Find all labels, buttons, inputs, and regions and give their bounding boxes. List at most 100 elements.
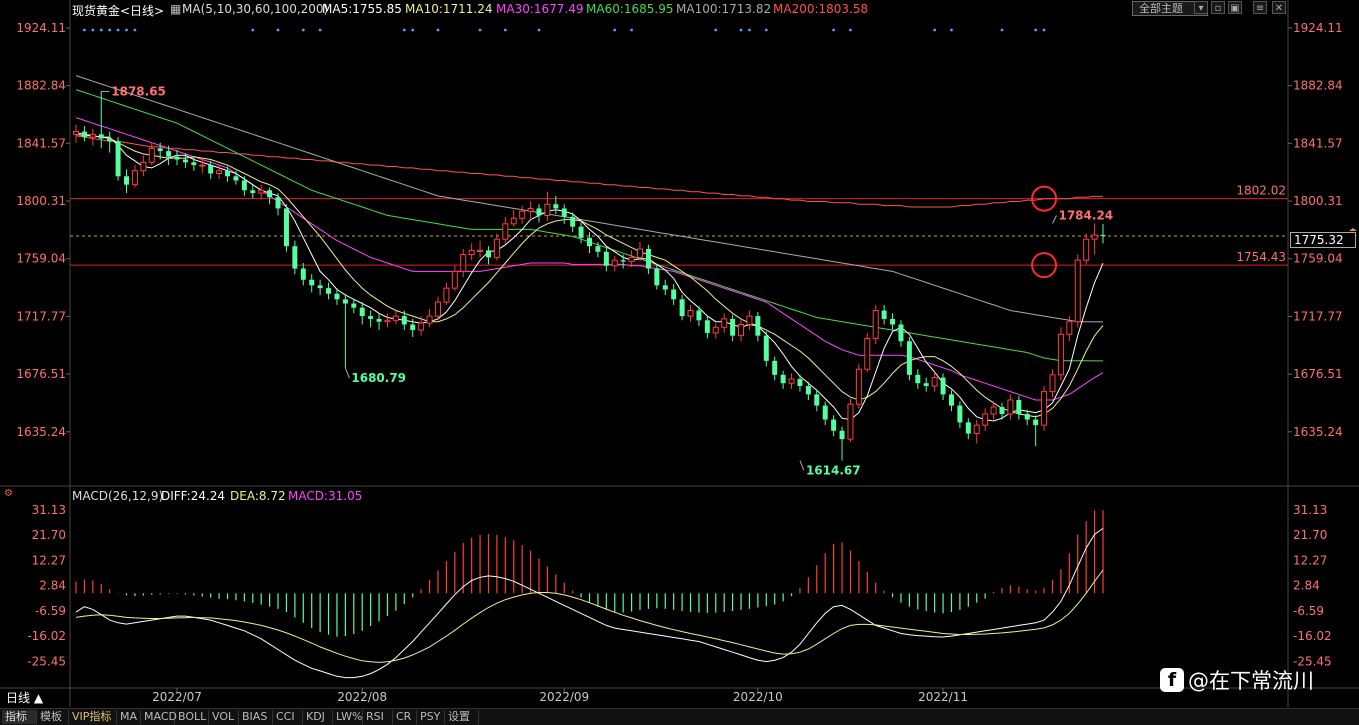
y-tick-label-left: 1635.24 [16, 425, 66, 439]
candle-body [788, 378, 795, 384]
event-dot [1034, 28, 1038, 32]
candle-body [915, 374, 921, 384]
candle-body [1100, 235, 1106, 237]
toolbar-item-9[interactable]: KDJ [303, 710, 333, 724]
toolbar-item-6[interactable]: VOL [209, 710, 239, 724]
event-dot [301, 28, 305, 32]
toolbar-item-8[interactable]: CCI [273, 710, 303, 724]
current-price-tag: 1775.32 [1290, 232, 1356, 248]
candle-body [1074, 259, 1081, 323]
toolbar-item-12[interactable]: CR [393, 710, 417, 724]
candle-body [351, 303, 357, 308]
candle-body [131, 170, 138, 186]
macd-y-tick-label-left: 31.13 [32, 503, 66, 517]
candle-body [587, 237, 592, 247]
macd-dea-value: DEA:8.72 [230, 489, 286, 503]
candle-body [73, 131, 79, 135]
candle-body [258, 189, 265, 194]
candle-body [763, 335, 769, 361]
macd-header: MACD(26,12,9) DIFF:24.24 DEA:8.72 MACD:3… [0, 489, 600, 505]
candle-body [418, 322, 425, 331]
candle-body [443, 287, 450, 303]
candle-body [216, 170, 223, 174]
period-selector[interactable]: 日线 ▲ [0, 689, 75, 707]
candle-body [696, 310, 702, 321]
candle-body [275, 197, 281, 209]
candle-body [881, 310, 887, 319]
event-dot [436, 28, 440, 32]
candle-body [603, 251, 609, 266]
candle-body [434, 301, 441, 317]
macd-y-tick-label-right: 21.70 [1293, 528, 1327, 542]
ma5-line [75, 132, 1104, 422]
candle-body [755, 316, 761, 336]
y-tick-label-right: 1635.24 [1293, 425, 1343, 439]
candle-body [89, 133, 96, 138]
candle-body [468, 249, 475, 256]
toolbar-item-11[interactable]: RSI [363, 710, 393, 724]
candle-body [1007, 399, 1014, 415]
candle-body [553, 204, 559, 209]
event-dot [613, 28, 617, 32]
candle-body [334, 293, 340, 300]
toolbar-item-10[interactable]: LW% [333, 710, 363, 724]
candle-body [199, 164, 206, 167]
candle-body [241, 180, 247, 191]
event-dot [99, 28, 103, 32]
candle-body [671, 289, 677, 300]
toolbar-item-1[interactable]: 模板 [37, 710, 69, 724]
macd-macd-value: MACD:31.05 [288, 489, 363, 503]
candle-body [687, 310, 694, 317]
candle-body [679, 299, 685, 317]
toolbar-item-13[interactable]: PSY [417, 710, 445, 724]
candle-body [940, 377, 946, 395]
candle-body [999, 406, 1005, 414]
candle-body [317, 285, 323, 289]
candle-body [519, 210, 526, 219]
candle-body [502, 223, 509, 240]
event-dot [108, 28, 112, 32]
toolbar-item-2[interactable]: VIP指标 [69, 710, 117, 724]
event-dot [739, 28, 743, 32]
chart-canvas[interactable]: 1802.02 1754.43 1878.65 1680.79 1614.67 1784.… [0, 0, 1359, 724]
candle-body [208, 165, 214, 174]
candle-body [376, 318, 382, 322]
toolbar-item-4[interactable]: MACD [141, 710, 177, 724]
candle-body [493, 238, 500, 258]
candle-body [561, 208, 567, 217]
toolbar-item-5[interactable]: BOLL [175, 710, 209, 724]
event-dot [83, 28, 86, 32]
macd-title[interactable]: MACD(26,12,9) [72, 489, 163, 503]
candle-body [107, 138, 113, 142]
candle-body [536, 208, 542, 216]
candle-body [410, 324, 416, 331]
y-tick-label-left: 1717.77 [16, 309, 66, 323]
candle-body [772, 360, 778, 375]
candle-body [510, 217, 517, 225]
candle-body [628, 256, 635, 263]
candle-body [948, 394, 954, 406]
annotation-pointer [1052, 215, 1057, 224]
candle-body [746, 315, 753, 325]
candle-body [637, 248, 644, 258]
level-label: 1802.02 [1236, 184, 1286, 198]
candle-body [855, 368, 862, 405]
candle-body [1016, 399, 1022, 414]
event-dot [537, 28, 541, 32]
candle-body [485, 250, 491, 258]
candle-body [721, 318, 728, 328]
y-tick-label-left: 1759.04 [16, 252, 66, 266]
candle-body [124, 176, 130, 185]
x-tick-label: 2022/07 [152, 690, 202, 704]
y-tick-label-right: 1800.31 [1293, 194, 1343, 208]
toolbar-item-14[interactable]: 设置 [445, 710, 479, 724]
candle-body [814, 394, 820, 406]
y-tick-label-left: 1800.31 [16, 194, 66, 208]
candle-body [872, 310, 879, 339]
y-tick-label-right: 1717.77 [1293, 309, 1343, 323]
macd-y-tick-label-left: -25.45 [27, 654, 66, 668]
toolbar-item-7[interactable]: BIAS [239, 710, 273, 724]
y-tick-label-right: 1841.57 [1293, 136, 1343, 150]
toolbar-item-0[interactable]: 指标 [2, 710, 37, 724]
toolbar-item-3[interactable]: MA [117, 710, 141, 724]
